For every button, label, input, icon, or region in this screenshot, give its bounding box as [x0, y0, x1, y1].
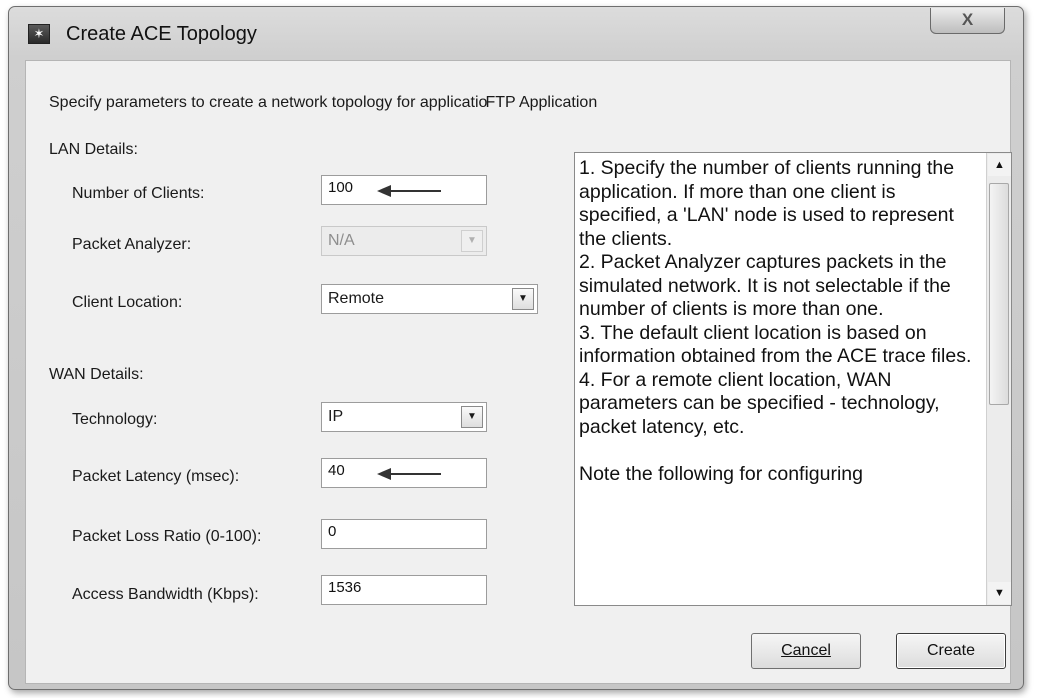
help-scrollbar[interactable]: ▲ ▼ [986, 153, 1011, 605]
packet-analyzer-select[interactable]: N/A ▼ [321, 226, 487, 256]
technology-select[interactable]: IP ▼ [321, 402, 487, 432]
chevron-down-icon[interactable]: ▼ [461, 230, 483, 252]
dialog-body: Specify parameters to create a network t… [25, 60, 1012, 684]
left-arrow-icon [377, 185, 441, 197]
packet-latency-label: Packet Latency (msec): [72, 468, 240, 485]
title-bar[interactable]: ✶ Create ACE Topology X [9, 7, 1023, 59]
cancel-button-label: Cancel [781, 642, 831, 659]
help-paragraph: 1. Specify the number of clients running… [579, 157, 955, 250]
technology-value: IP [328, 408, 344, 425]
help-text: 1. Specify the number of clients running… [579, 157, 983, 486]
create-button-label: Create [926, 642, 976, 659]
left-arrow-icon [377, 468, 441, 480]
packet-loss-label: Packet Loss Ratio (0-100): [72, 528, 262, 545]
packet-loss-input[interactable]: 0 [321, 519, 487, 549]
intro-prefix: Specify parameters to create a network t… [49, 94, 488, 111]
help-text-box[interactable]: 1. Specify the number of clients running… [574, 152, 1012, 606]
access-bandwidth-label: Access Bandwidth (Kbps): [72, 586, 259, 603]
cancel-button[interactable]: Cancel [751, 633, 861, 669]
help-paragraph: 3. The default client location is based … [579, 321, 972, 368]
access-bandwidth-input[interactable]: 1536 [321, 575, 487, 605]
window-title: Create ACE Topology [66, 23, 257, 45]
chevron-down-icon[interactable]: ▼ [461, 406, 483, 428]
client-location-value: Remote [328, 290, 385, 307]
close-button[interactable]: X [930, 8, 1005, 34]
scroll-down-icon[interactable]: ▼ [988, 582, 1011, 604]
packet-analyzer-label: Packet Analyzer: [72, 236, 192, 253]
scroll-thumb[interactable] [989, 183, 1009, 405]
chevron-down-icon[interactable]: ▼ [512, 288, 534, 310]
help-paragraph [579, 439, 983, 463]
packet-analyzer-value: N/A [328, 232, 355, 249]
technology-label: Technology: [72, 411, 158, 428]
application-name: FTP Application [485, 94, 598, 111]
help-paragraph: Note the following for configuring [579, 462, 863, 485]
wan-details-heading: WAN Details: [49, 366, 144, 383]
scroll-up-icon[interactable]: ▲ [988, 154, 1011, 176]
help-paragraph: 4. For a remote client location, WAN par… [579, 368, 940, 438]
client-location-select[interactable]: Remote ▼ [321, 284, 538, 314]
dialog-window: ✶ Create ACE Topology X Specify paramete… [8, 6, 1024, 690]
number-of-clients-label: Number of Clients: [72, 185, 205, 202]
intro-text: Specify parameters to create a network t… [49, 94, 597, 112]
help-paragraph: 2. Packet Analyzer captures packets in t… [579, 251, 951, 320]
lan-details-heading: LAN Details: [49, 141, 138, 158]
client-location-label: Client Location: [72, 294, 183, 311]
ace-app-icon: ✶ [28, 24, 50, 44]
create-button[interactable]: Create [896, 633, 1006, 669]
